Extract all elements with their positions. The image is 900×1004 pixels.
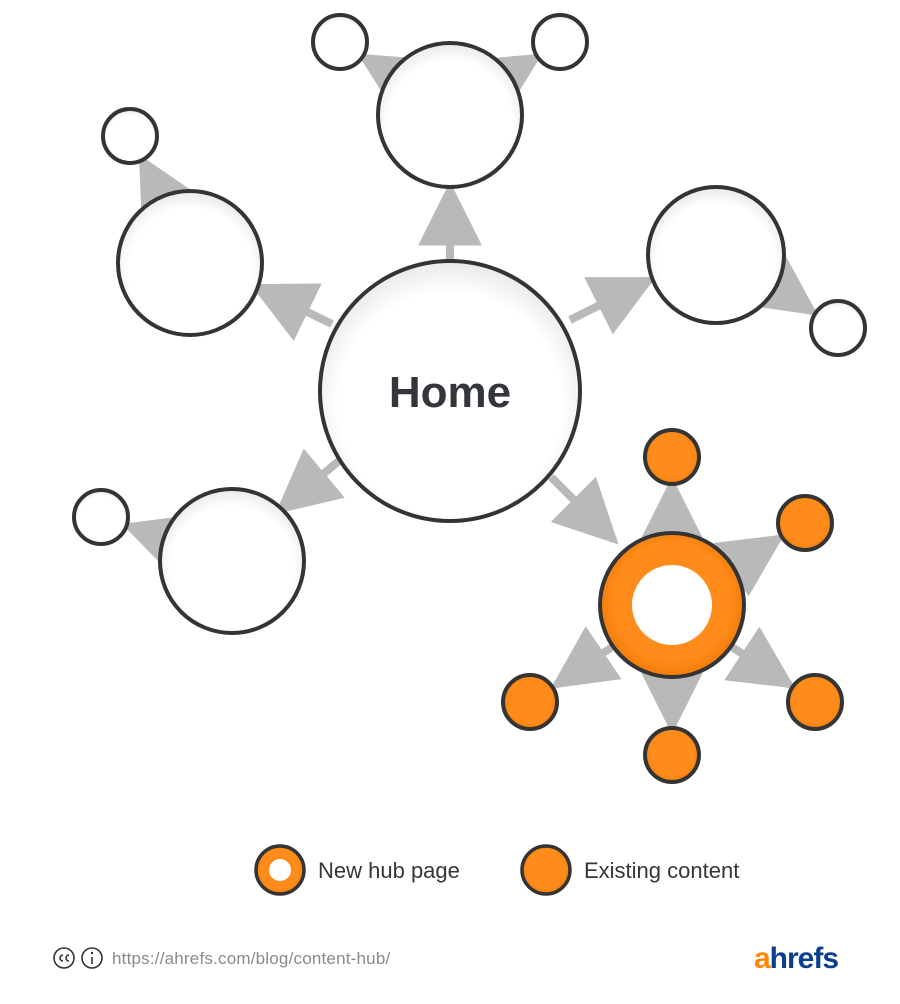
existing-content-node <box>503 675 557 729</box>
new-hub-node <box>600 533 744 677</box>
leaf-node <box>811 301 865 355</box>
hub-node <box>648 187 784 323</box>
logo-letter-a: a <box>754 942 771 975</box>
home-node: Home <box>320 261 580 521</box>
leaf-node <box>313 15 367 69</box>
footer: https://ahrefs.com/blog/content-hub/ ahr… <box>54 942 838 975</box>
ahrefs-logo: ahrefs <box>754 942 838 975</box>
hub-node <box>118 191 262 335</box>
svg-text:ahrefs: ahrefs <box>754 942 838 975</box>
legend: New hub page Existing content <box>256 846 739 894</box>
existing-content-node <box>645 728 699 782</box>
home-label: Home <box>389 368 511 417</box>
logo-rest: hrefs <box>770 942 839 975</box>
leaf-node <box>533 15 587 69</box>
existing-content-node <box>788 675 842 729</box>
cc-icon <box>54 948 74 968</box>
content-hub-diagram: Home New hub page Existing content <box>0 0 900 1004</box>
legend-new-hub-swatch <box>256 846 304 894</box>
legend-new-hub-label: New hub page <box>318 858 460 883</box>
source-url: https://ahrefs.com/blog/content-hub/ <box>112 949 390 968</box>
existing-content-node <box>645 430 699 484</box>
legend-existing-swatch <box>522 846 570 894</box>
leaf-node <box>74 490 128 544</box>
existing-content-node <box>778 496 832 550</box>
info-icon <box>82 948 102 968</box>
leaf-node <box>103 109 157 163</box>
hub-node <box>160 489 304 633</box>
hub-node <box>378 43 522 187</box>
legend-existing-label: Existing content <box>584 858 739 883</box>
